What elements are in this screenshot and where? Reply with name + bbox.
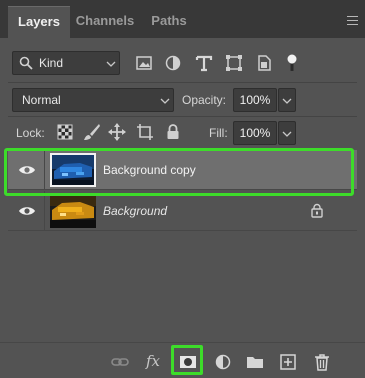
divider [8, 116, 357, 117]
fill-slider-button[interactable] [278, 121, 296, 145]
adjustment-layer-icon[interactable] [213, 352, 233, 372]
layers-panel: Layers Channels Paths Kind Normal Opacit… [0, 0, 365, 378]
filter-kind-dropdown[interactable]: Kind [12, 51, 120, 75]
lock-transparent-pixels-icon[interactable] [55, 122, 75, 142]
layer-style-icon[interactable]: fx [146, 352, 160, 370]
chevron-down-icon [160, 98, 170, 104]
blend-mode-dropdown[interactable]: Normal [12, 88, 174, 112]
filter-toggle-icon[interactable] [282, 53, 302, 73]
selected-layer-highlight [4, 148, 354, 196]
chevron-down-icon [282, 98, 292, 104]
new-group-icon[interactable] [245, 352, 265, 372]
layer-thumbnail [50, 194, 96, 228]
lock-image-pixels-icon[interactable] [82, 122, 102, 142]
fill-input[interactable]: 100% [233, 121, 277, 145]
add-mask-highlight [171, 345, 203, 375]
lock-position-icon[interactable] [107, 122, 127, 142]
delete-layer-icon[interactable] [312, 352, 332, 372]
blend-mode-label: Normal [22, 93, 61, 107]
tab-layers[interactable]: Layers [8, 6, 70, 38]
tab-paths[interactable]: Paths [144, 6, 194, 38]
layer-name[interactable]: Background [103, 204, 167, 218]
lock-all-icon[interactable] [163, 122, 183, 142]
adjustment-layer-filter-icon[interactable] [163, 53, 183, 73]
link-layers-icon[interactable] [110, 352, 130, 372]
smart-object-filter-icon[interactable] [254, 53, 274, 73]
search-icon [19, 56, 33, 70]
fill-label: Fill: [209, 126, 228, 140]
filter-kind-label: Kind [39, 56, 64, 70]
type-layer-filter-icon[interactable] [194, 53, 214, 73]
tab-channels[interactable]: Channels [72, 6, 138, 38]
lock-icon[interactable] [310, 203, 324, 218]
divider [44, 191, 45, 231]
chevron-down-icon [106, 61, 116, 67]
panel-tab-bar: Layers Channels Paths [0, 0, 365, 38]
shape-layer-filter-icon[interactable] [224, 53, 244, 73]
chevron-down-icon [282, 131, 292, 137]
new-layer-icon[interactable] [278, 352, 298, 372]
opacity-input[interactable]: 100% [233, 88, 277, 112]
opacity-slider-button[interactable] [278, 88, 296, 112]
opacity-label: Opacity: [182, 93, 227, 107]
divider [8, 82, 357, 83]
pixel-layer-filter-icon[interactable] [134, 53, 154, 73]
lock-artboard-icon[interactable] [135, 122, 155, 142]
visibility-eye-icon[interactable] [18, 204, 36, 218]
lock-label: Lock: [16, 126, 45, 140]
layer-row-background[interactable]: Background [8, 191, 357, 231]
panel-menu-icon[interactable] [347, 16, 358, 25]
